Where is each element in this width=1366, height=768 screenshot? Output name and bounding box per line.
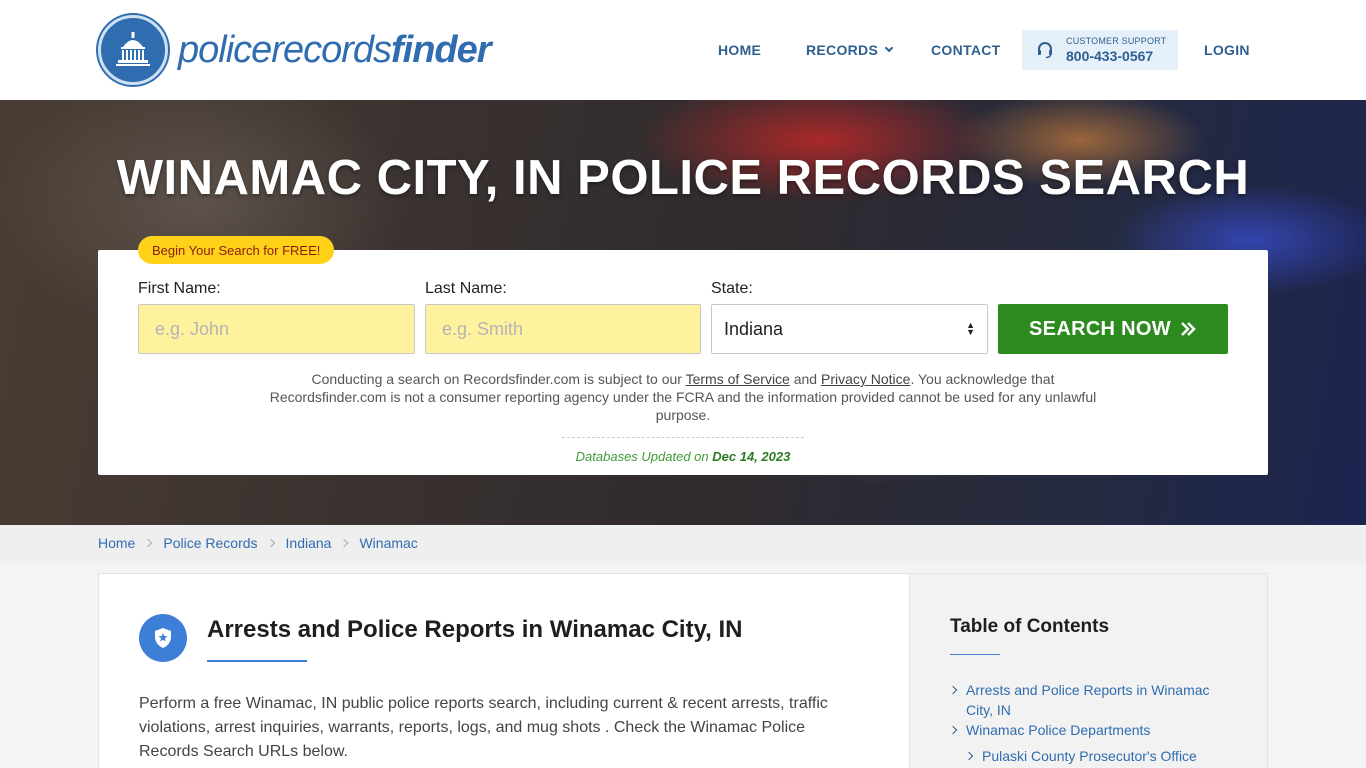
nav-records[interactable]: RECORDS bbox=[806, 42, 894, 58]
nav-login-label: LOGIN bbox=[1204, 42, 1250, 58]
chevron-right-icon bbox=[948, 725, 958, 735]
divider bbox=[562, 437, 804, 438]
chevron-right-icon bbox=[144, 538, 153, 548]
nav-records-label: RECORDS bbox=[806, 42, 879, 58]
title-underline bbox=[207, 660, 307, 662]
first-name-label: First Name: bbox=[138, 280, 221, 297]
support-text: CUSTOMER SUPPORT 800-433-0567 bbox=[1066, 36, 1167, 64]
privacy-notice-link[interactable]: Privacy Notice bbox=[821, 371, 910, 387]
logo-text-part1: policerecords bbox=[178, 28, 392, 71]
select-arrows-icon: ▲ ▼ bbox=[966, 320, 975, 337]
state-select-value: Indiana bbox=[724, 318, 784, 339]
state-select[interactable]: Indiana ▲ ▼ bbox=[711, 304, 988, 354]
customer-support-phone[interactable]: CUSTOMER SUPPORT 800-433-0567 bbox=[1022, 30, 1178, 70]
nav-contact-label: CONTACT bbox=[931, 42, 1001, 58]
search-disclaimer: Conducting a search on Recordsfinder.com… bbox=[268, 370, 1098, 424]
toc-item[interactable]: Winamac Police Departments bbox=[948, 720, 1240, 740]
free-search-badge: Begin Your Search for FREE! bbox=[138, 236, 335, 264]
page-title: WINAMAC CITY, IN POLICE RECORDS SEARCH bbox=[116, 151, 1250, 205]
toc-item[interactable]: Arrests and Police Reports in Winamac Ci… bbox=[948, 680, 1240, 720]
logo-wordmark: policerecordsfinder bbox=[178, 28, 492, 72]
nav-contact[interactable]: CONTACT bbox=[931, 42, 1001, 58]
logo-text-part2: finder bbox=[391, 28, 492, 71]
db-updated-label: Databases Updated on bbox=[575, 449, 713, 464]
main-content: Arrests and Police Reports in Winamac Ci… bbox=[98, 573, 910, 768]
search-form: Begin Your Search for FREE! First Name: … bbox=[98, 236, 1268, 475]
search-now-label: SEARCH NOW bbox=[1029, 317, 1171, 340]
table-of-contents: Table of Contents Arrests and Police Rep… bbox=[910, 573, 1268, 768]
hero-banner: WINAMAC CITY, IN POLICE RECORDS SEARCH B… bbox=[0, 100, 1366, 525]
breadcrumb-home[interactable]: Home bbox=[98, 535, 135, 551]
site-header: policerecordsfinder HOME RECORDS CONTACT… bbox=[0, 0, 1366, 100]
first-name-input[interactable]: e.g. John bbox=[138, 304, 415, 354]
last-name-input[interactable]: e.g. Smith bbox=[425, 304, 701, 354]
section-title: Arrests and Police Reports in Winamac Ci… bbox=[207, 616, 743, 643]
toc-item[interactable]: Pulaski County Prosecutor's Office bbox=[964, 746, 1256, 766]
nav-home[interactable]: HOME bbox=[718, 42, 761, 58]
section-intro: Perform a free Winamac, IN public police… bbox=[139, 695, 828, 760]
toc-item-label: Pulaski County Prosecutor's Office bbox=[982, 748, 1197, 764]
capitol-icon bbox=[98, 15, 168, 85]
double-chevron-right-icon bbox=[1181, 322, 1196, 336]
chevron-down-icon bbox=[884, 43, 894, 53]
toc-item-label: Winamac Police Departments bbox=[966, 722, 1151, 738]
police-badge-icon bbox=[139, 614, 187, 662]
db-updated-date: Dec 14, 2023 bbox=[712, 449, 791, 464]
toc-title: Table of Contents bbox=[950, 616, 1110, 637]
breadcrumb-indiana[interactable]: Indiana bbox=[286, 535, 332, 551]
chevron-right-icon bbox=[266, 538, 275, 548]
nav-home-label: HOME bbox=[718, 42, 762, 58]
database-updated-note: Databases Updated on Dec 14, 2023 bbox=[98, 449, 1268, 464]
headset-icon bbox=[1038, 42, 1052, 59]
nav-login[interactable]: LOGIN bbox=[1204, 42, 1250, 58]
toc-item-label: Arrests and Police Reports in Winamac Ci… bbox=[966, 682, 1210, 718]
toc-underline bbox=[950, 654, 1000, 655]
state-label: State: bbox=[711, 280, 753, 297]
last-name-label: Last Name: bbox=[425, 280, 507, 297]
first-name-placeholder: e.g. John bbox=[155, 318, 230, 339]
breadcrumb-row: Home Police Records Indiana Winamac bbox=[98, 535, 418, 551]
search-now-button[interactable]: SEARCH NOW bbox=[998, 304, 1228, 354]
support-phone-number: 800-433-0567 bbox=[1066, 48, 1154, 64]
disclaimer-and: and bbox=[789, 371, 821, 387]
terms-of-service-link[interactable]: Terms of Service bbox=[686, 371, 790, 387]
disclaimer-pre: Conducting a search on Recordsfinder.com… bbox=[311, 371, 686, 387]
chevron-right-icon bbox=[964, 751, 974, 761]
chevron-right-icon bbox=[948, 685, 958, 695]
breadcrumb: Home Police Records Indiana Winamac bbox=[0, 525, 1366, 563]
breadcrumb-police-records[interactable]: Police Records bbox=[163, 535, 257, 551]
chevron-right-icon bbox=[340, 538, 349, 548]
site-logo[interactable]: policerecordsfinder bbox=[98, 15, 492, 85]
support-label: CUSTOMER SUPPORT bbox=[1066, 36, 1167, 46]
breadcrumb-winamac[interactable]: Winamac bbox=[359, 535, 417, 551]
last-name-placeholder: e.g. Smith bbox=[442, 318, 524, 339]
